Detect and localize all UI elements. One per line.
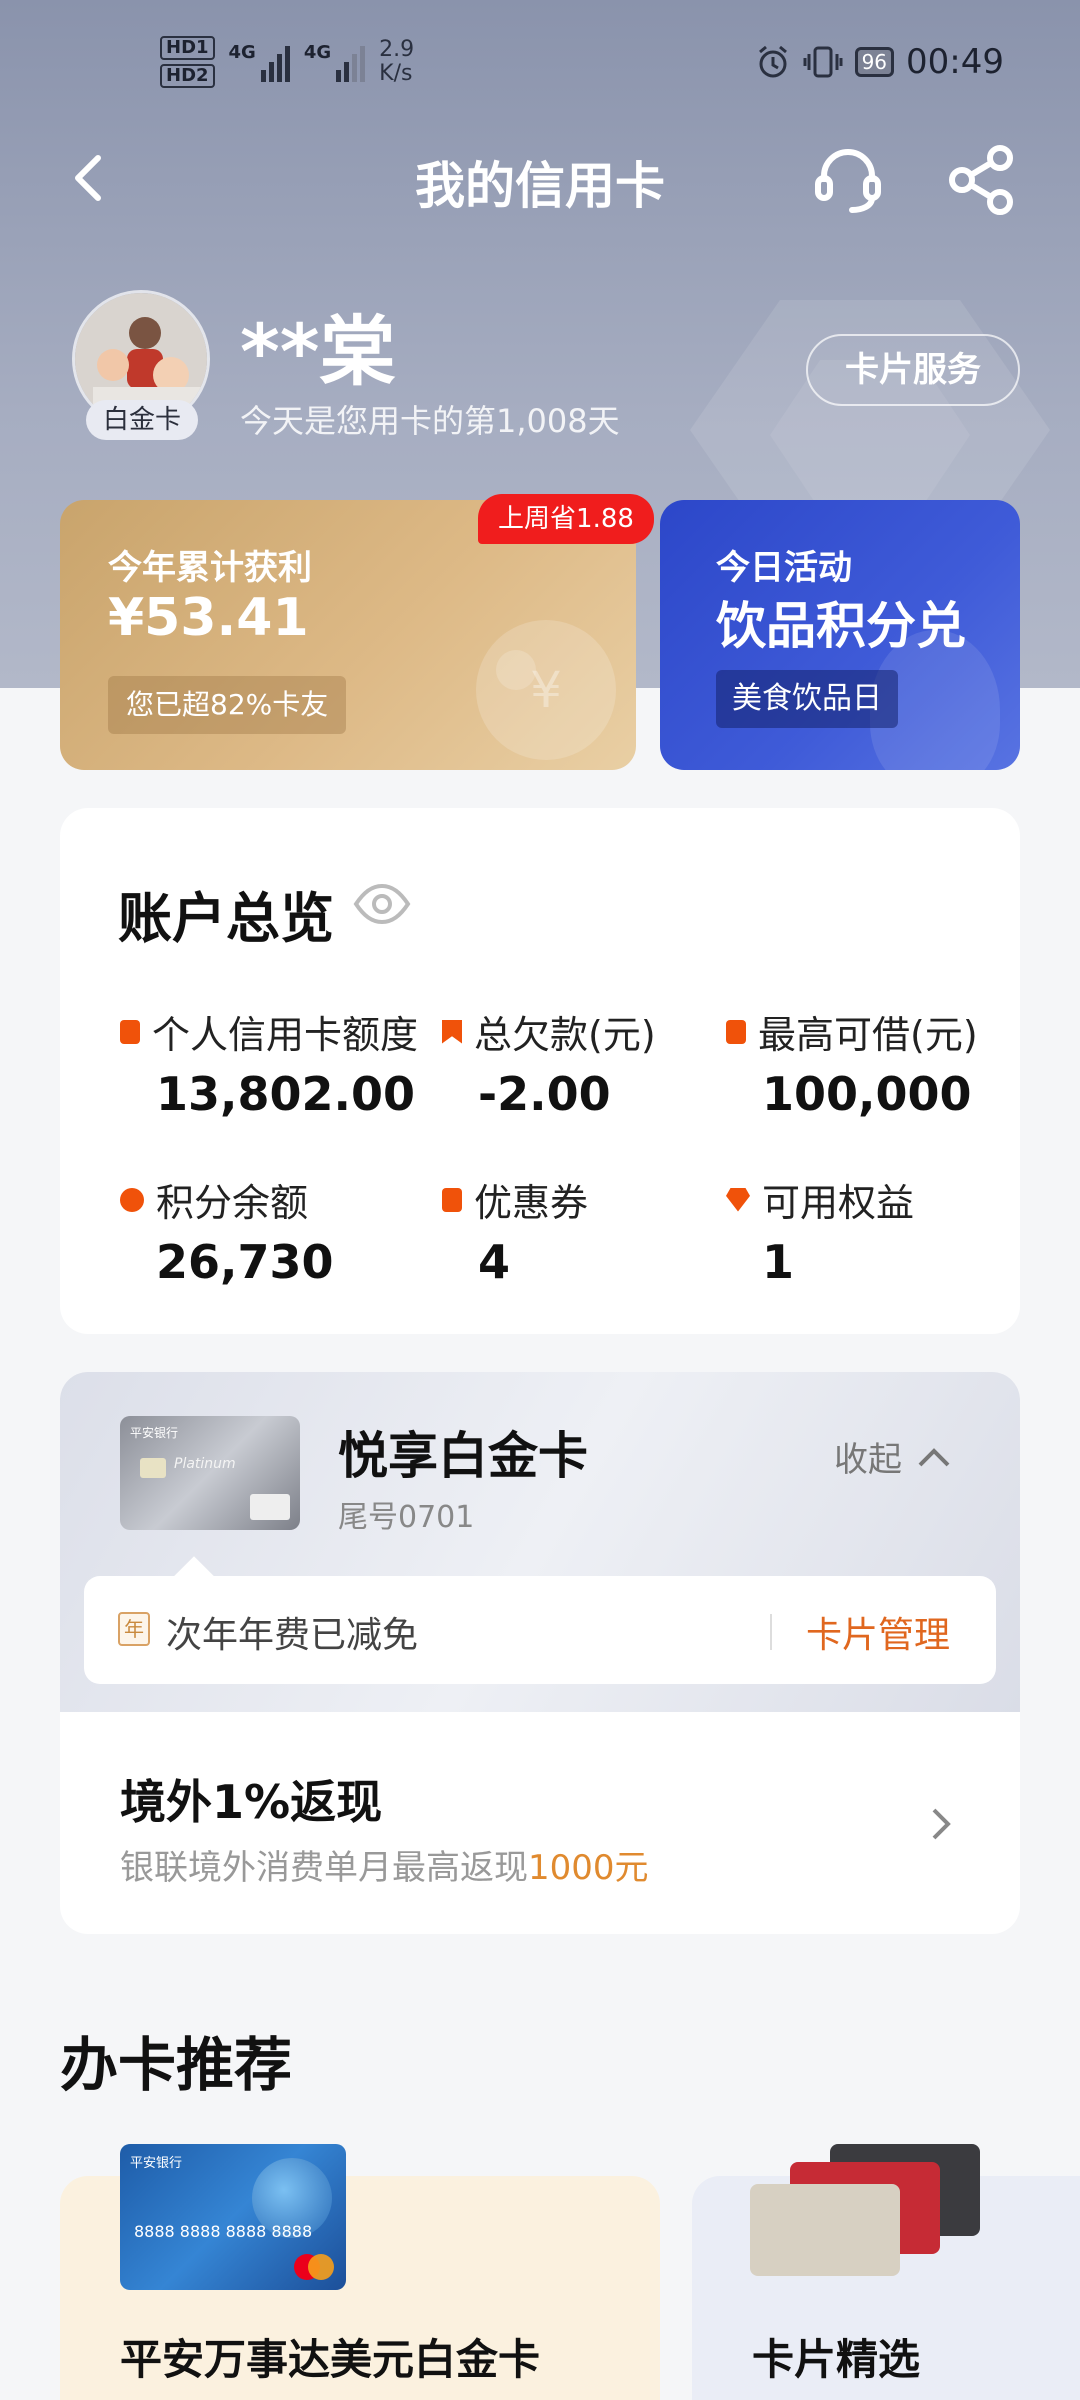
- stat-label: 积分余额: [156, 1181, 309, 1225]
- overview-title: 账户总览: [118, 887, 334, 950]
- chevron-right-icon: [932, 1808, 951, 1840]
- share-icon: [949, 145, 1013, 215]
- page-title: 我的信用卡: [415, 157, 665, 215]
- stat-label: 总欠款(元): [474, 1013, 656, 1057]
- promo-title: 境外1%返现: [120, 1775, 383, 1829]
- stat-label: 最高可借(元): [758, 1013, 978, 1057]
- eye-icon: [353, 883, 411, 925]
- signal-icon: 4G: [229, 42, 290, 82]
- stat-value: 100,000: [762, 1067, 972, 1121]
- nav-header: 我的信用卡: [0, 130, 1080, 230]
- card-stack-image: [750, 2144, 990, 2294]
- card-tail-number: 尾号0701: [338, 1500, 475, 1535]
- stat-label: 优惠券: [474, 1181, 589, 1225]
- recommend-title: 办卡推荐: [60, 2031, 293, 2099]
- status-bar: HD1 HD2 4G 4G 2.9 K/s 96 00:49: [0, 0, 1080, 130]
- stat-value: 4: [478, 1235, 511, 1289]
- weekly-saved-tag: 上周省1.88: [478, 494, 654, 544]
- customer-service-button[interactable]: [810, 142, 886, 218]
- annual-fee-text: 次年年费已减免: [166, 1615, 419, 1656]
- card-name: 悦享白金卡: [338, 1427, 588, 1485]
- recommend-card-selection[interactable]: 卡片精选: [692, 2144, 1080, 2400]
- recommend-card-name: 卡片精选: [752, 2335, 921, 2384]
- tier-badge: 白金卡: [86, 400, 198, 440]
- stat-max-loan[interactable]: 最高可借(元) 100,000: [726, 1004, 978, 1121]
- gain-title: 今年累计获利: [108, 548, 312, 588]
- usage-days-text: 今天是您用卡的第1,008天: [240, 402, 620, 440]
- bookmark-icon: [442, 1019, 462, 1044]
- signal2-label: 4G: [303, 42, 332, 63]
- stat-total-debt[interactable]: 总欠款(元) -2.00: [442, 1004, 656, 1121]
- gain-amount: ¥53.41: [108, 588, 309, 648]
- stat-points[interactable]: 积分余额 26,730: [120, 1172, 334, 1289]
- mastercard-logo: [294, 2254, 334, 2280]
- coin-icon: ¥: [476, 620, 616, 760]
- account-overview: 账户总览 个人信用卡额度 13,802.00 总欠款(元) -2.00 最高可借…: [60, 808, 1020, 1334]
- signal1-label: 4G: [228, 42, 256, 63]
- recommend-card-name: 平安万事达美元白金卡: [120, 2335, 541, 2384]
- card-thumbnail[interactable]: 平安银行 Platinum: [120, 1416, 300, 1530]
- hd1-label: HD1: [160, 36, 215, 60]
- coupon-icon: [442, 1187, 462, 1212]
- stat-value: 13,802.00: [156, 1067, 415, 1121]
- pointer-arrow: [174, 1556, 214, 1596]
- vibrate-icon: [803, 46, 843, 78]
- points-icon: [120, 1187, 144, 1212]
- card-header: 平安银行 Platinum 悦享白金卡 尾号0701 收起 年 次年年费已减免 …: [60, 1372, 1020, 1712]
- collapse-button[interactable]: 收起: [834, 1432, 952, 1481]
- stat-label: 个人信用卡额度: [152, 1013, 419, 1057]
- collapse-label: 收起: [834, 1440, 902, 1480]
- annual-fee-icon: 年: [118, 1612, 150, 1646]
- alarm-icon: [758, 45, 787, 78]
- gain-rank-tag: 您已超82%卡友: [108, 676, 347, 734]
- chip-icon: [140, 1458, 166, 1478]
- stat-value: 26,730: [156, 1235, 334, 1289]
- annual-fee-bar: 年 次年年费已减免 卡片管理: [84, 1556, 996, 1684]
- headset-icon: [815, 149, 881, 213]
- stat-benefits[interactable]: 可用权益 1: [726, 1172, 914, 1289]
- stat-value: -2.00: [478, 1067, 611, 1121]
- divider: [770, 1614, 772, 1650]
- chevron-up-icon: [918, 1447, 950, 1466]
- card-icon: [120, 1019, 140, 1044]
- hd2-label: HD2: [160, 64, 215, 88]
- stat-label: 可用权益: [762, 1181, 915, 1225]
- money-bag-icon: [726, 1019, 746, 1044]
- stat-coupons[interactable]: 优惠券 4: [442, 1172, 588, 1289]
- card-service-button[interactable]: 卡片服务: [806, 334, 1020, 406]
- card-number: 8888 8888 8888 8888: [134, 2222, 313, 2241]
- card-tier-label: Platinum: [174, 1456, 236, 1472]
- hd-indicator: HD1 HD2: [160, 36, 215, 88]
- clock: 00:49: [906, 42, 1004, 82]
- card-bank-label: 平安银行: [130, 2156, 183, 2171]
- stat-credit-limit[interactable]: 个人信用卡额度 13,802.00: [120, 1004, 418, 1121]
- promo-desc: 银联境外消费单月最高返现1000元: [120, 1848, 649, 1888]
- stat-value: 1: [762, 1235, 795, 1289]
- network-speed: 2.9 K/s: [379, 37, 415, 86]
- toggle-visibility-button[interactable]: [352, 874, 412, 934]
- recommend-card-mastercard[interactable]: 平安银行 8888 8888 8888 8888 平安万事达美元白金卡: [60, 2144, 660, 2400]
- card-manage-button[interactable]: 卡片管理: [806, 1606, 950, 1658]
- signal-icon: 4G: [303, 42, 366, 82]
- daily-activity-card[interactable]: 今日活动 饮品积分兑 美食饮品日: [660, 500, 1020, 770]
- unionpay-logo: [250, 1494, 290, 1520]
- card-bank-label: 平安银行: [130, 1426, 179, 1440]
- activity-tag: 美食饮品日: [716, 670, 898, 728]
- activity-title: 饮品积分兑: [716, 597, 966, 655]
- user-name: **棠: [240, 307, 396, 396]
- diamond-icon: [726, 1187, 750, 1212]
- share-button[interactable]: [944, 142, 1020, 218]
- activity-label: 今日活动: [716, 548, 852, 588]
- credit-card-panel: 平安银行 Platinum 悦享白金卡 尾号0701 收起 年 次年年费已减免 …: [60, 1372, 1020, 1934]
- card-thumbnail: 平安银行 8888 8888 8888 8888: [120, 2144, 346, 2290]
- battery-icon: 96: [854, 47, 895, 77]
